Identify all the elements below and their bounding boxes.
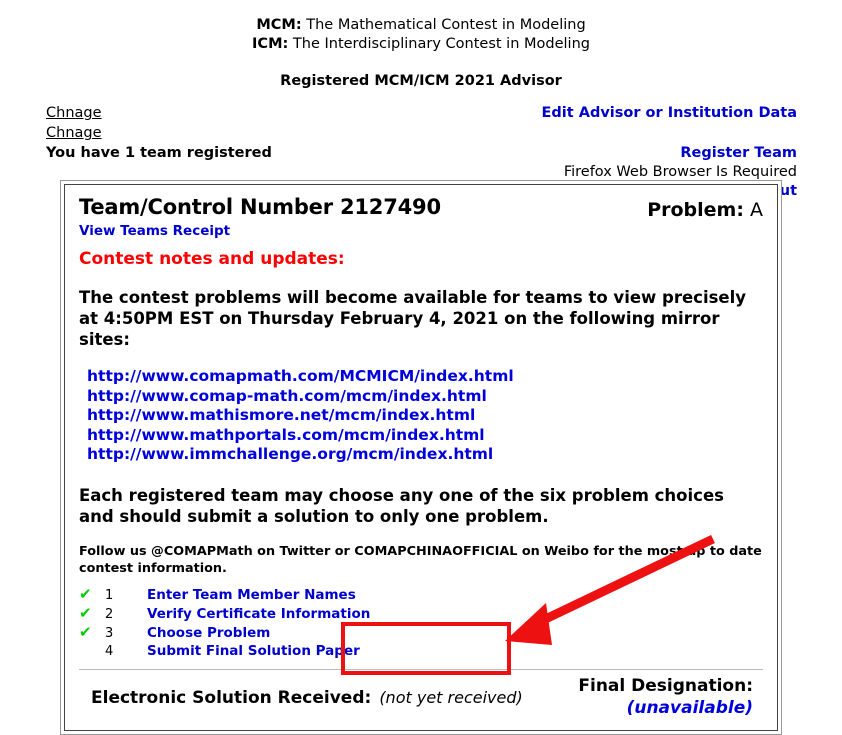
mirror-site-link[interactable]: http://www.mathportals.com/mcm/index.htm… — [79, 426, 763, 446]
view-teams-receipt-link[interactable]: View Teams Receipt — [79, 223, 230, 239]
masthead-line-icm: ICM: The Interdisciplinary Contest in Mo… — [0, 35, 842, 54]
edit-advisor-row: Edit Advisor or Institution Data — [542, 103, 798, 123]
task-row: 4 Submit Final Solution Paper — [79, 642, 763, 661]
problem-choice-note: Each registered team may choose any one … — [79, 485, 724, 526]
mirror-site-link[interactable]: http://www.immchallenge.org/mcm/index.ht… — [79, 445, 763, 465]
check-icon: ✔ — [79, 622, 92, 641]
final-designation-label: Final Designation: — [578, 675, 753, 696]
final-designation-value: (unavailable) — [626, 697, 753, 718]
task-row: ✔ 1 Enter Team Member Names — [79, 585, 763, 604]
masthead-line-mcm: MCM: The Mathematical Contest in Modelin… — [0, 16, 842, 35]
team-panel-inner: Team/Control Number 2127490 View Teams R… — [64, 184, 778, 731]
electronic-solution-status: Electronic Solution Received: (not yet re… — [91, 688, 523, 708]
page-title: Registered MCM/ICM 2021 Advisor — [280, 73, 562, 89]
task-link-enter-team-member-names[interactable]: Enter Team Member Names — [147, 586, 356, 605]
change-advisor-link[interactable]: Chnage — [46, 103, 272, 123]
task-number: 1 — [105, 587, 114, 603]
edit-advisor-institution-link[interactable]: Edit Advisor or Institution Data — [542, 103, 798, 123]
team-panel: Team/Control Number 2127490 View Teams R… — [60, 180, 782, 735]
task-row: ✔ 2 Verify Certificate Information — [79, 604, 763, 623]
electronic-solution-label: Electronic Solution Received: — [91, 687, 372, 708]
team-count-text: You have 1 team registered — [46, 145, 272, 161]
task-checklist: ✔ 1 Enter Team Member Names ✔ 2 Verify C… — [79, 585, 763, 661]
availability-text: The contest problems will become availab… — [79, 288, 747, 349]
register-team-link[interactable]: Register Team — [542, 143, 797, 163]
problem-designation: Problem: A — [647, 199, 763, 221]
change-institution-link[interactable]: Chnage — [46, 123, 272, 143]
team-panel-header: Team/Control Number 2127490 View Teams R… — [79, 195, 763, 239]
mcm-title: The Mathematical Contest in Modeling — [301, 17, 586, 33]
mcm-prefix: MCM: — [256, 17, 302, 33]
social-follow-note: Follow us @COMAPMath on Twitter or COMAP… — [79, 543, 762, 576]
task-link-submit-final-solution-paper[interactable]: Submit Final Solution Paper — [147, 642, 360, 661]
task-number: 3 — [105, 625, 114, 641]
team-panel-body: Team/Control Number 2127490 View Teams R… — [65, 185, 777, 730]
browser-requirement-note: Firefox Web Browser Is Required — [563, 164, 797, 180]
task-link-verify-certificate-information[interactable]: Verify Certificate Information — [147, 605, 370, 624]
icm-title: The Interdisciplinary Contest in Modelin… — [288, 36, 590, 52]
problem-value: A — [750, 199, 763, 221]
electronic-solution-value: (not yet received) — [379, 687, 523, 707]
icm-prefix: ICM: — [252, 36, 289, 52]
task-number: 4 — [105, 643, 114, 659]
mirror-site-link[interactable]: http://www.mathismore.net/mcm/index.html — [79, 406, 763, 426]
check-icon: ✔ — [79, 584, 92, 603]
status-row: Electronic Solution Received: (not yet re… — [79, 670, 763, 726]
mirror-site-link[interactable]: http://www.comapmath.com/MCMICM/index.ht… — [79, 367, 763, 387]
check-icon: ✔ — [79, 603, 92, 622]
mirror-site-link[interactable]: http://www.comap-math.com/mcm/index.html — [79, 387, 763, 407]
task-link-choose-problem[interactable]: Choose Problem — [147, 624, 270, 643]
task-number: 2 — [105, 606, 114, 622]
masthead: MCM: The Mathematical Contest in Modelin… — [0, 0, 842, 54]
account-left-column: Chnage Chnage You have 1 team registered — [46, 103, 272, 163]
contest-notes-heading: Contest notes and updates: — [79, 249, 345, 269]
final-designation-status: Final Designation: (unavailable) — [578, 675, 753, 719]
task-row: ✔ 3 Choose Problem — [79, 623, 763, 642]
mirror-site-list: http://www.comapmath.com/MCMICM/index.ht… — [79, 367, 763, 465]
problem-label-text: Problem: — [647, 199, 744, 221]
